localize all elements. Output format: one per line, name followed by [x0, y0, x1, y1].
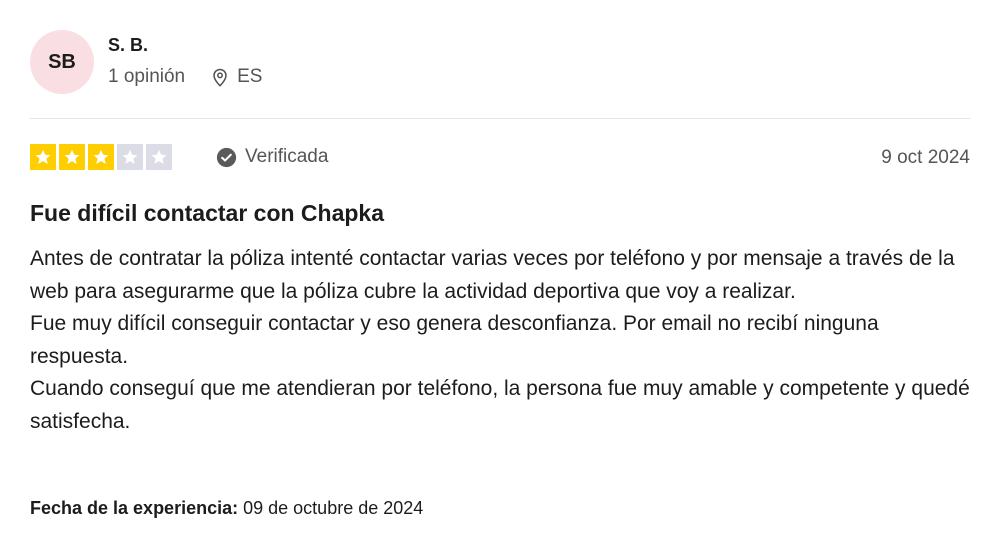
- verified-check-icon: [216, 147, 237, 168]
- review-date: 9 oct 2024: [881, 147, 970, 168]
- verified-badge[interactable]: Verificada: [216, 146, 328, 168]
- review-card: SB S. B. 1 opinión ES Verificada 9 oct 2…: [0, 0, 1000, 535]
- reviewer-name[interactable]: S. B.: [108, 35, 148, 56]
- review-paragraph: Antes de contratar la póliza intenté con…: [30, 247, 955, 303]
- star-rating: [30, 144, 172, 170]
- review-paragraph: Cuando conseguí que me atendieran por te…: [30, 377, 970, 433]
- reviewer-country: ES: [237, 66, 263, 87]
- divider: [30, 118, 970, 119]
- star-icon: [88, 144, 114, 170]
- star-icon: [59, 144, 85, 170]
- verified-label: Verificada: [245, 146, 329, 167]
- star-icon: [117, 144, 143, 170]
- experience-date-value: 09 de octubre de 2024: [243, 498, 424, 518]
- location-pin-icon: [209, 66, 231, 88]
- review-paragraph: Fue muy difícil conseguir contactar y es…: [30, 312, 879, 368]
- reviews-count: 1 opinión: [108, 66, 186, 87]
- experience-date: Fecha de la experiencia: 09 de octubre d…: [30, 498, 423, 519]
- review-title[interactable]: Fue difícil contactar con Chapka: [30, 200, 384, 227]
- review-body: Antes de contratar la póliza intenté con…: [30, 243, 975, 439]
- experience-date-label: Fecha de la experiencia:: [30, 498, 239, 518]
- star-icon: [146, 144, 172, 170]
- star-icon: [30, 144, 56, 170]
- avatar-initials: SB: [48, 50, 76, 73]
- avatar[interactable]: SB: [30, 30, 94, 94]
- reviewer-meta: 1 opinión ES: [108, 66, 262, 88]
